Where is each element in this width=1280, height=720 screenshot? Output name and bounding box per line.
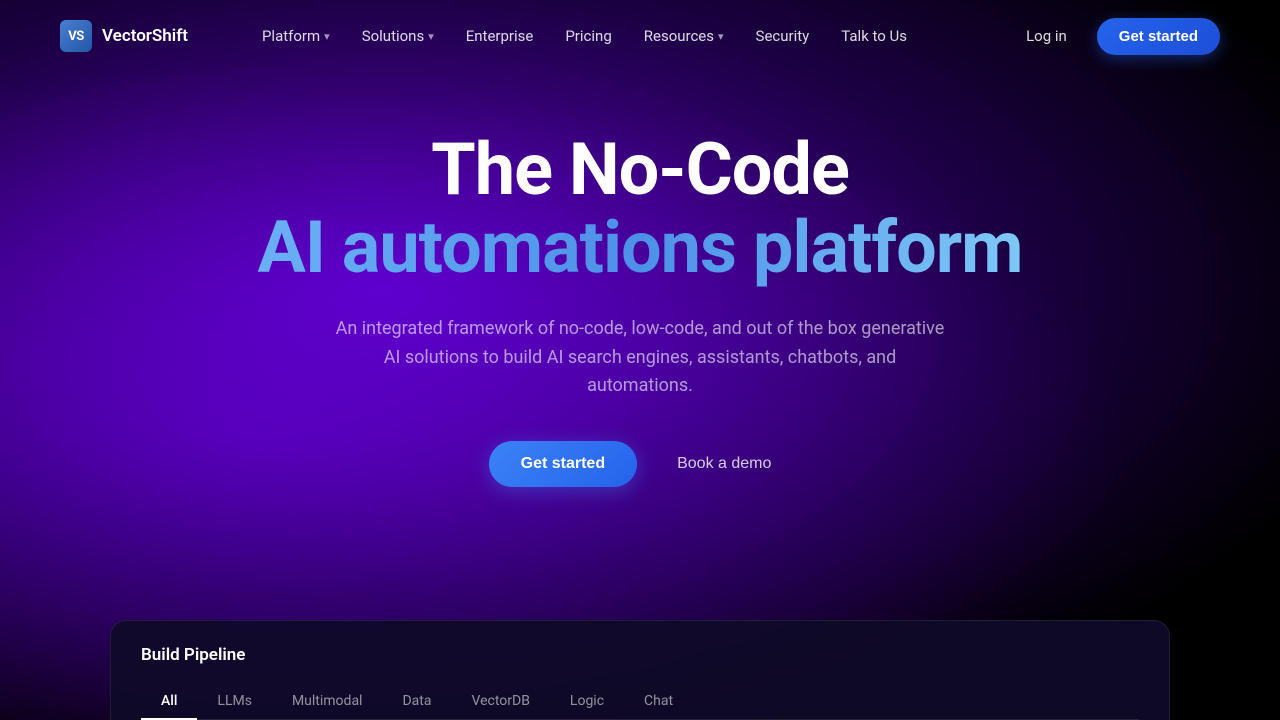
nav-platform-label: Platform (262, 27, 320, 45)
nav-item-resources[interactable]: Resources ▾ (630, 19, 738, 53)
chevron-down-icon: ▾ (718, 30, 724, 43)
tab-chat[interactable]: Chat (624, 683, 693, 719)
hero-section: The No-Code AI automations platform An i… (0, 72, 1280, 487)
tab-data[interactable]: Data (382, 683, 451, 719)
tab-all[interactable]: All (141, 683, 197, 719)
navbar: VS VectorShift Platform ▾ Solutions ▾ En… (0, 0, 1280, 72)
tab-vectordb[interactable]: VectorDB (451, 683, 549, 719)
hero-subtitle: An integrated framework of no-code, low-… (330, 315, 950, 401)
hero-buttons: Get started Book a demo (489, 441, 792, 487)
nav-item-talk[interactable]: Talk to Us (827, 19, 921, 53)
bottom-panel: Build Pipeline All LLMs Multimodal Data … (110, 620, 1170, 720)
logo-name: VectorShift (102, 26, 188, 46)
nav-auth: Log in Get started (1012, 18, 1220, 55)
get-started-nav-button[interactable]: Get started (1097, 18, 1220, 55)
tab-logic[interactable]: Logic (550, 683, 624, 719)
panel-title: Build Pipeline (141, 645, 1139, 665)
nav-item-enterprise[interactable]: Enterprise (452, 19, 548, 53)
panel-tabs: All LLMs Multimodal Data VectorDB Logic … (141, 683, 1139, 720)
nav-item-platform[interactable]: Platform ▾ (248, 19, 344, 53)
nav-item-pricing[interactable]: Pricing (551, 19, 625, 53)
hero-title-line1: The No-Code (257, 132, 1022, 208)
chevron-down-icon: ▾ (428, 30, 434, 43)
nav-enterprise-label: Enterprise (466, 27, 534, 45)
hero-title-line2: AI automations platform (257, 208, 1022, 287)
chevron-down-icon: ▾ (324, 30, 330, 43)
tab-llms[interactable]: LLMs (197, 683, 272, 719)
nav-resources-label: Resources (644, 27, 714, 45)
login-button[interactable]: Log in (1012, 19, 1081, 53)
nav-talk-label: Talk to Us (841, 27, 907, 45)
nav-links: Platform ▾ Solutions ▾ Enterprise Pricin… (248, 19, 1012, 53)
nav-solutions-label: Solutions (362, 27, 425, 45)
nav-security-label: Security (756, 27, 810, 45)
nav-pricing-label: Pricing (565, 27, 611, 45)
get-started-hero-button[interactable]: Get started (489, 441, 637, 487)
logo[interactable]: VS VectorShift (60, 20, 188, 52)
hero-title: The No-Code AI automations platform (257, 132, 1022, 287)
book-demo-button[interactable]: Book a demo (657, 441, 791, 487)
nav-item-security[interactable]: Security (742, 19, 824, 53)
tab-multimodal[interactable]: Multimodal (272, 683, 383, 719)
nav-item-solutions[interactable]: Solutions ▾ (348, 19, 448, 53)
logo-icon: VS (60, 20, 92, 52)
